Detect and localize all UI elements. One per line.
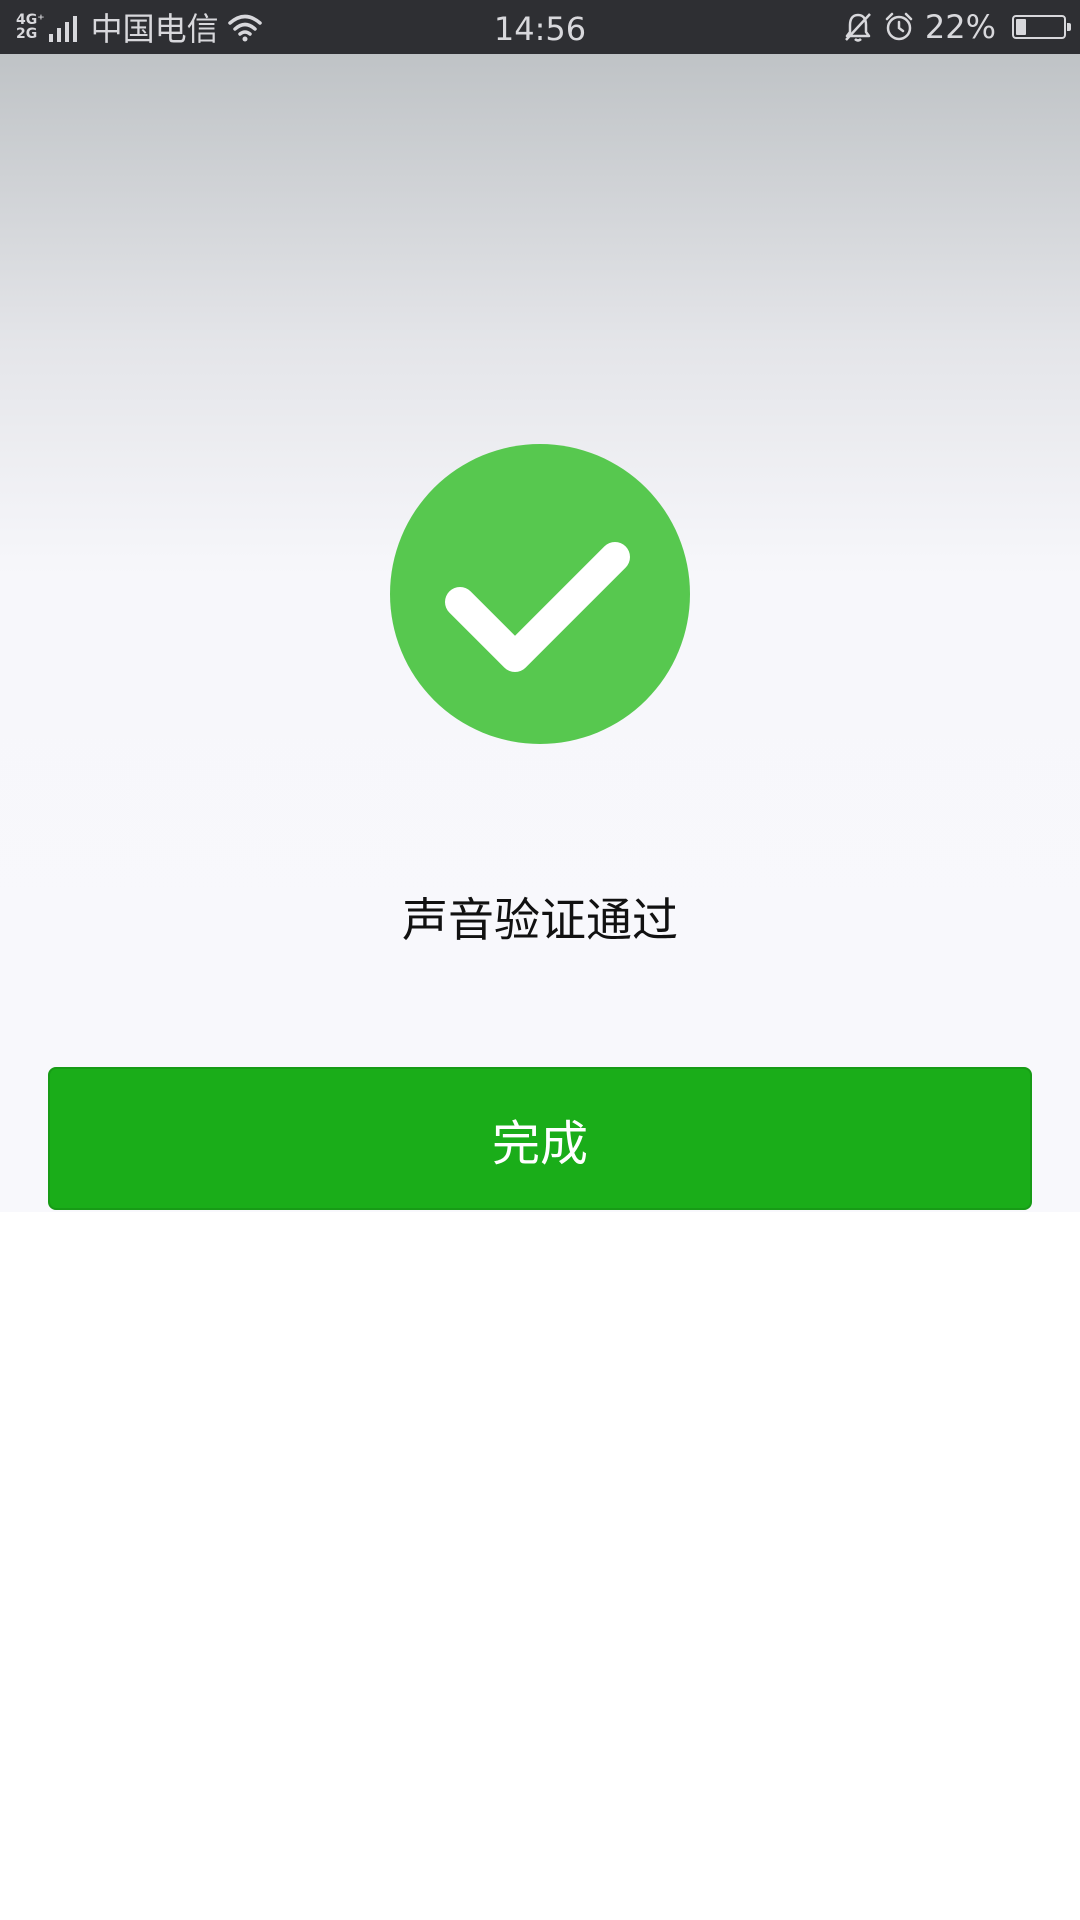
battery-percent: 22%	[924, 8, 996, 46]
status-bar-left: 4G⁺ 2G 中国电信	[16, 0, 263, 54]
alarm-icon	[883, 11, 915, 43]
signal-icon	[48, 12, 81, 42]
screen: 4G⁺ 2G 中国电信 14:56 22% 声音验证通过 完成	[0, 0, 1080, 1920]
verification-status-text: 声音验证通过	[402, 893, 678, 947]
network-type-indicator: 4G⁺ 2G	[16, 13, 45, 41]
network-type-bottom: 2G	[16, 26, 38, 42]
checkmark-circle-icon	[390, 444, 690, 744]
status-bar: 4G⁺ 2G 中国电信 14:56 22%	[0, 0, 1080, 54]
done-button[interactable]: 完成	[48, 1067, 1032, 1210]
done-button-label: 完成	[491, 1115, 588, 1172]
mute-bell-icon	[843, 11, 873, 43]
carrier-name: 中国电信	[90, 10, 219, 48]
network-type-top: 4G⁺	[16, 12, 45, 28]
battery-icon	[1012, 15, 1071, 39]
battery-level-fill	[1016, 19, 1026, 35]
verification-result-panel: 声音验证通过 完成	[0, 54, 1080, 1212]
wifi-icon	[227, 12, 263, 42]
status-bar-right: 22%	[843, 0, 1071, 54]
